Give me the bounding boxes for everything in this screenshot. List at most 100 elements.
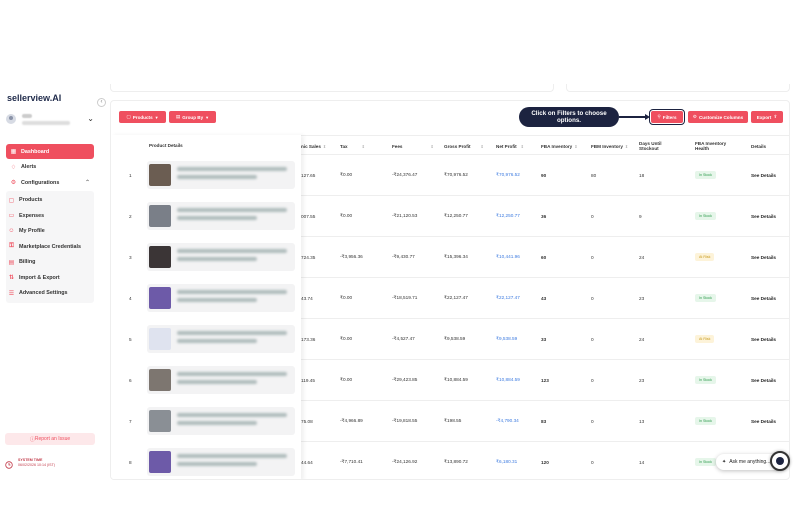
col-days-until-stockout[interactable]: Days Until Stockout xyxy=(639,136,673,156)
assistant-launcher-icon[interactable] xyxy=(770,451,790,471)
col-fbm-inventory[interactable]: FBM Inventory ⇕ xyxy=(591,136,628,156)
cell-fees: -₹21,120.53 xyxy=(392,213,418,218)
chevron-down-icon[interactable]: ⌄ xyxy=(87,114,94,123)
status-badge: In Stock xyxy=(695,171,716,179)
col-net-profit[interactable]: Net Profit ⇕ xyxy=(496,136,524,156)
col-fbm-label: FBM Inventory xyxy=(591,143,623,149)
sidebar-item-expenses[interactable]: ▭ Expenses xyxy=(6,208,94,223)
product-text-blurred xyxy=(177,454,287,458)
sidebar-item-label: Expenses xyxy=(19,212,45,219)
sidebar-item-import-export[interactable]: ⇅ Import & Export xyxy=(6,270,94,285)
product-text-blurred xyxy=(177,208,287,212)
brand-logo[interactable]: sellerview.AI xyxy=(7,93,61,103)
product-thumbnail xyxy=(149,369,171,391)
see-details-link[interactable]: See Details xyxy=(751,360,776,400)
cell-fbm: 0 xyxy=(591,418,594,424)
filters-button[interactable]: ⚲ Filters xyxy=(649,109,685,125)
sidebar-item-marketplace-credentials[interactable]: ⚿ Marketplace Credentials xyxy=(6,239,94,254)
sidebar-item-dashboard[interactable]: ▦ Dashboard xyxy=(6,144,94,159)
cell-days: 23 xyxy=(639,377,645,383)
cell-health: At Risk xyxy=(695,237,715,277)
see-details-link[interactable]: See Details xyxy=(751,155,776,195)
product-thumbnail xyxy=(149,164,171,186)
user-name-blurred xyxy=(22,114,32,118)
cell-health: In Stock xyxy=(695,155,716,195)
sort-icon: ⇕ xyxy=(322,143,327,149)
product-text-blurred xyxy=(177,380,257,384)
see-details-link[interactable]: See Details xyxy=(751,319,776,359)
report-issue-button[interactable]: ⓘ Report an Issue xyxy=(5,433,95,445)
cell-tax: ₹0.00 xyxy=(340,213,353,218)
status-badge: At Risk xyxy=(695,335,715,343)
sidebar-item-label: My Profile xyxy=(19,228,45,234)
col-fees[interactable]: Fees ⇕ xyxy=(392,136,434,156)
status-badge: In Stock xyxy=(695,417,716,425)
product-thumbnail xyxy=(149,451,171,473)
col-tax[interactable]: Tax ⇕ xyxy=(340,136,365,156)
sidebar-item-label: Import & Export xyxy=(19,274,60,281)
cell-fbm: 80 xyxy=(591,172,597,178)
col-fees-label: Fees xyxy=(392,143,403,149)
sidebar-item-billing[interactable]: ▤ Billing xyxy=(6,255,94,270)
see-details-link[interactable]: See Details xyxy=(751,278,776,318)
customize-columns-button[interactable]: ⚙ Customize Columns xyxy=(688,111,748,123)
cell-days: 24 xyxy=(639,336,645,342)
cell-sales: 724.35 xyxy=(301,254,316,260)
sidebar-item-advanced-settings[interactable]: ☰ Advanced Settings xyxy=(6,286,94,301)
sidebar-item-my-profile[interactable]: ☺ My Profile xyxy=(6,224,94,239)
cell-gross: ₹22,127.47 xyxy=(444,295,468,300)
header-card-left xyxy=(110,84,554,92)
sidebar-item-label: Configurations xyxy=(21,179,60,186)
box-icon: ▢ xyxy=(126,114,131,119)
header-card-right xyxy=(566,84,790,92)
groupby-label: Group By xyxy=(182,114,204,120)
collapse-sidebar-icon[interactable]: ‹ xyxy=(97,98,106,107)
cell-index: 2 xyxy=(129,213,132,219)
sidebar-nav: ▦ Dashboard ♢ Alerts ⚙ Configurations ⌃ … xyxy=(6,144,94,303)
sidebar-item-products[interactable]: ▢ Products xyxy=(6,193,94,208)
cell-fees: -₹9,430.77 xyxy=(392,254,415,259)
products-dropdown-button[interactable]: ▢ Products ▼ xyxy=(119,111,166,123)
col-fba-inventory[interactable]: FBA Inventory ⇕ xyxy=(541,136,578,156)
cell-gross: ₹13,890.72 xyxy=(444,459,468,464)
avatar xyxy=(6,114,16,124)
card-icon: ▤ xyxy=(8,259,15,266)
see-details-link[interactable]: See Details xyxy=(751,401,776,441)
user-menu[interactable]: ⌄ xyxy=(6,112,96,132)
sidebar-item-configurations[interactable]: ⚙ Configurations ⌃ xyxy=(6,175,94,190)
col-fba-health[interactable]: FBA Inventory Health xyxy=(695,136,731,156)
product-thumbnail xyxy=(149,246,171,268)
groupby-dropdown-button[interactable]: ▤ Group By ▼ xyxy=(169,111,216,123)
col-details: Details xyxy=(751,143,767,149)
see-details-link[interactable]: See Details xyxy=(751,237,776,277)
cell-gross: ₹15,396.34 xyxy=(444,254,468,259)
user-email-blurred xyxy=(22,121,70,125)
upload-icon: ⇪ xyxy=(773,114,778,119)
col-sales[interactable]: nic Sales ⇕ xyxy=(301,136,326,156)
product-text-blurred xyxy=(177,421,257,425)
gear-icon: ⚙ xyxy=(692,114,697,119)
sidebar-item-alerts[interactable]: ♢ Alerts xyxy=(6,160,94,175)
sort-icon: ⇕ xyxy=(361,143,365,149)
col-gross-profit[interactable]: Gross Profit ⇕ xyxy=(444,136,484,156)
cell-index: 5 xyxy=(129,336,132,342)
configurations-submenu: ▢ Products ▭ Expenses ☺ My Profile ⚿ Mar… xyxy=(6,190,94,303)
sort-icon: ⇕ xyxy=(624,143,629,149)
cell-index: 1 xyxy=(129,172,132,178)
cell-days: 24 xyxy=(639,254,645,260)
status-badge: In Stock xyxy=(695,458,716,466)
filter-icon: ⚲ xyxy=(657,114,661,119)
sidebar-item-label: Dashboard xyxy=(21,148,50,155)
cell-fba: 36 xyxy=(541,213,547,219)
see-details-link[interactable]: See Details xyxy=(751,196,776,236)
product-text-blurred xyxy=(177,331,287,335)
cell-days: 18 xyxy=(639,172,645,178)
chevron-up-icon: ⌃ xyxy=(84,180,90,186)
export-button[interactable]: Export ⇪ xyxy=(751,111,783,123)
product-text-blurred xyxy=(177,257,257,261)
ask-label: Ask me anything... xyxy=(729,459,771,465)
system-time: SYSTEM TIME 06/02/2026 10:14 (IST) xyxy=(18,458,55,468)
user-icon: ☺ xyxy=(8,228,15,234)
cell-fba: 33 xyxy=(541,336,547,342)
product-thumbnail xyxy=(149,410,171,432)
